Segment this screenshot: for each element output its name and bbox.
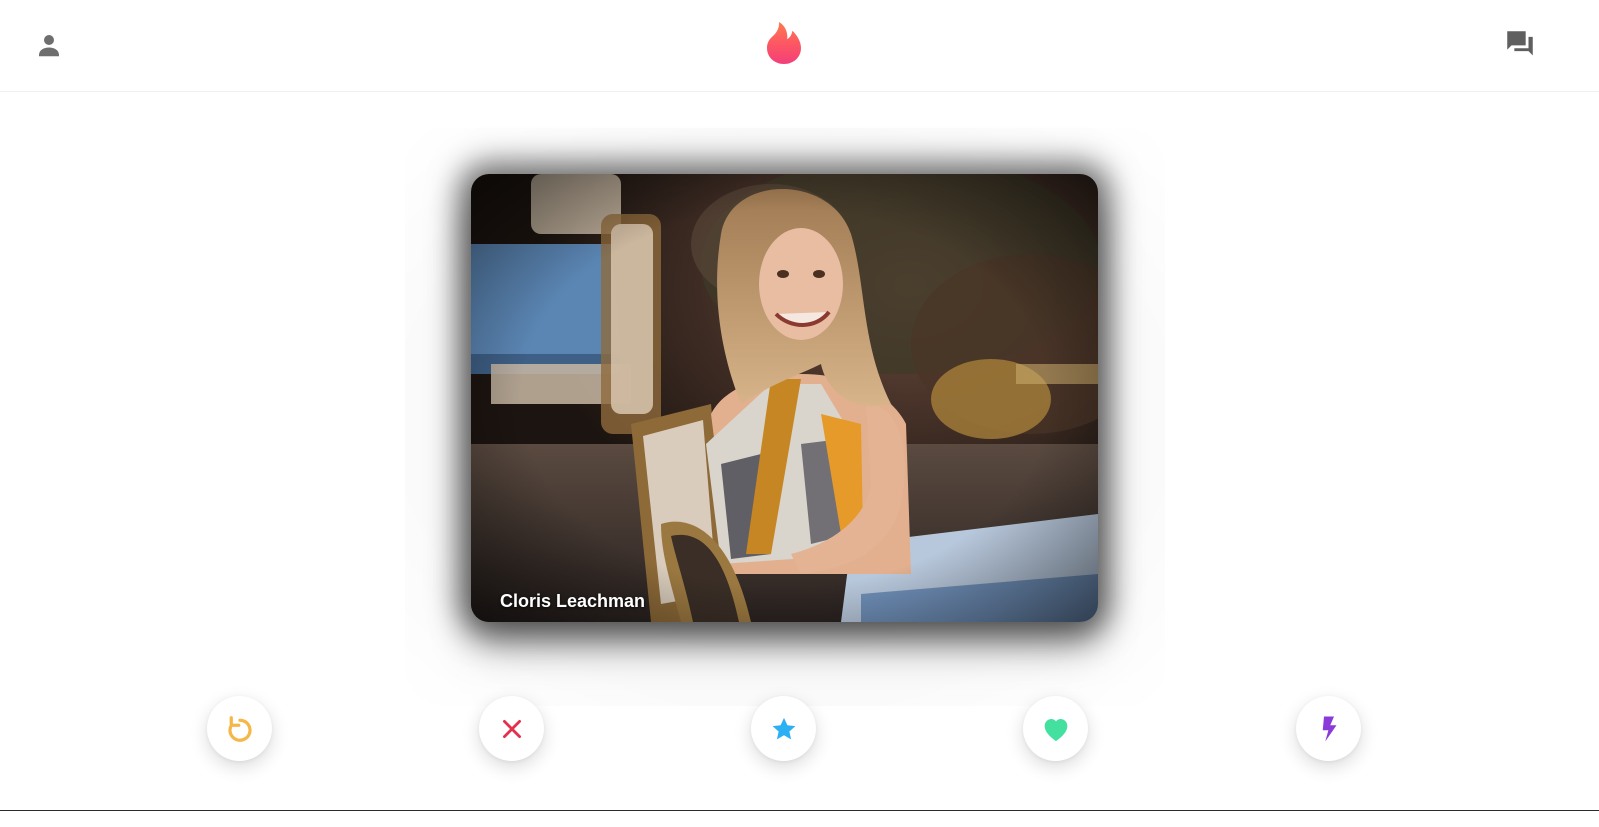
portrait-photo [471,174,1098,622]
profile-name: Cloris Leachman [500,591,646,611]
close-icon [502,719,521,738]
window-bottom-border [0,810,1599,827]
rewind-icon [227,715,252,742]
top-bar [0,0,1599,92]
super-like-button[interactable] [751,696,816,761]
star-icon [772,717,795,739]
lightning-icon [1322,716,1336,741]
profile-button[interactable] [30,26,68,64]
messages-button[interactable] [1500,24,1540,64]
boost-button[interactable] [1296,696,1361,761]
profile-card[interactable]: Cloris Leachman [471,174,1098,622]
flame-logo[interactable] [764,20,804,66]
chat-bubbles-icon [1507,31,1533,56]
rewind-button[interactable] [207,696,272,761]
heart-icon [1044,718,1067,741]
person-icon [39,35,59,57]
like-button[interactable] [1023,696,1088,761]
nope-button[interactable] [479,696,544,761]
